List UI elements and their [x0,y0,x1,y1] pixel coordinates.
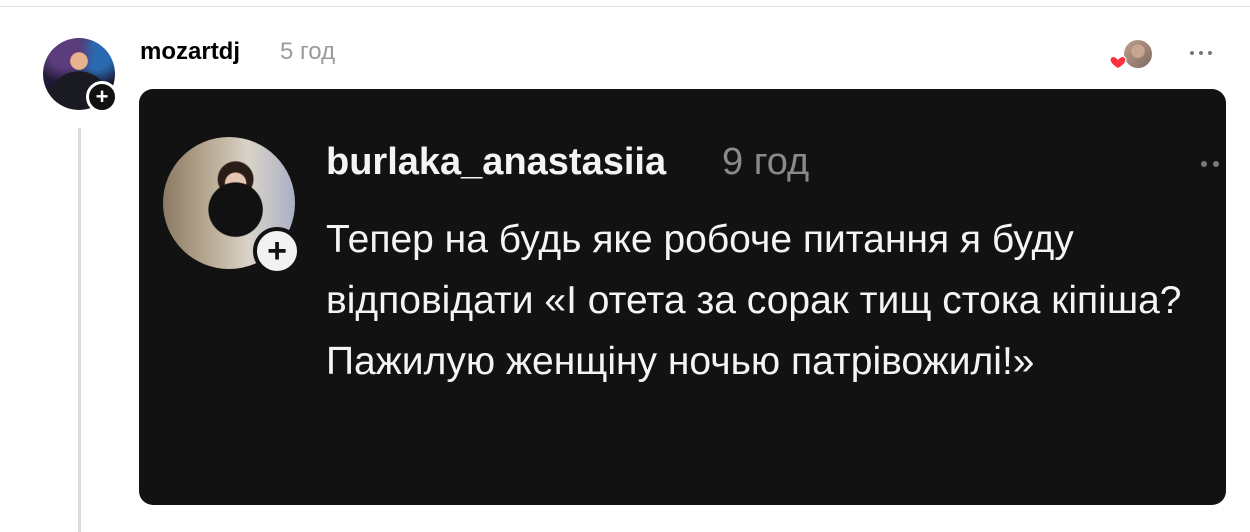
post-time: 5 год [280,38,336,65]
more-options-icon[interactable] [1190,48,1220,58]
top-divider [0,6,1250,7]
quoted-text: Тепер на будь яке робоче питання я буду … [326,218,1182,383]
post-username[interactable]: mozartdj [140,38,240,66]
follow-plus-icon[interactable]: + [86,81,118,113]
quoted-follow-plus-icon[interactable]: + [253,227,301,275]
quoted-username[interactable]: burlaka_anastasiia [326,141,666,184]
thread-line [78,128,81,532]
quoted-more-options-icon[interactable] [1201,161,1219,167]
quoted-time: 9 год [722,141,810,183]
heart-icon [1109,55,1127,70]
quoted-post-card[interactable]: + burlaka_anastasiia 9 год Тепер на будь… [139,89,1226,505]
